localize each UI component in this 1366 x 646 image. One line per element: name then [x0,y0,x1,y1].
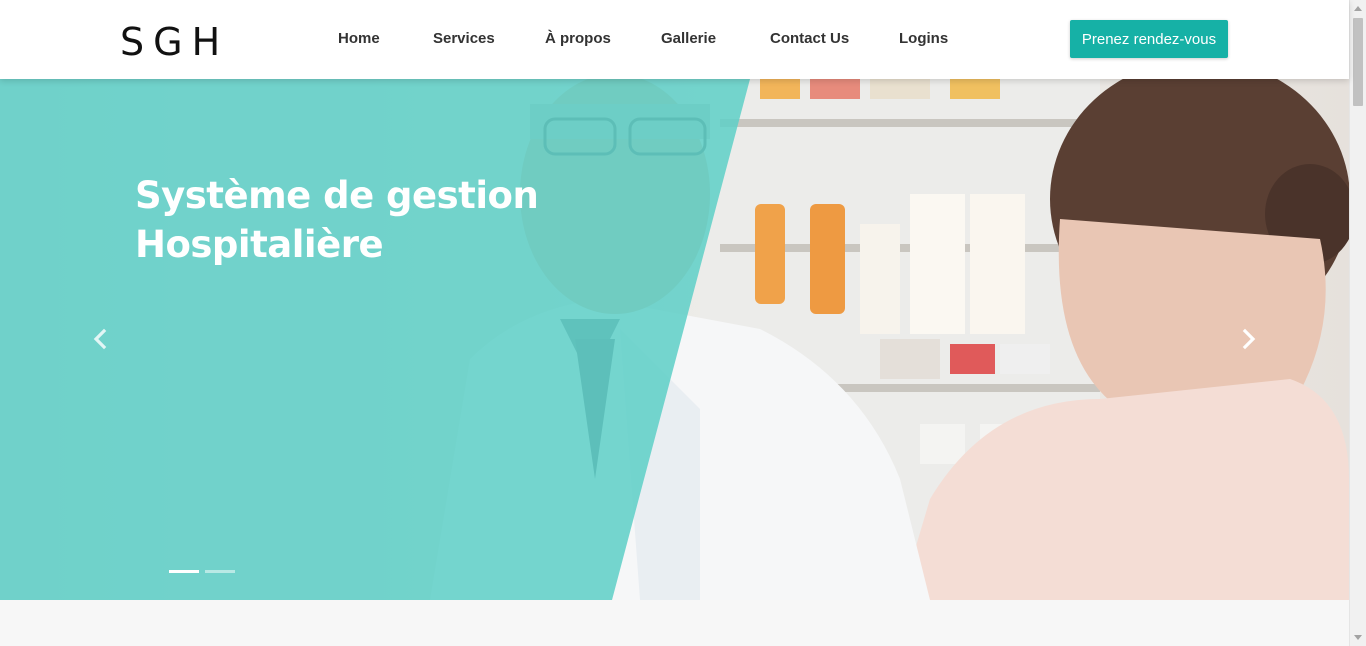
carousel-prev-button[interactable] [89,327,113,351]
carousel-indicators [169,570,235,573]
chevron-right-icon [1242,328,1256,350]
scroll-thumb[interactable] [1353,18,1363,106]
hero-teal-overlay [0,79,750,600]
scroll-down-arrow-icon[interactable] [1354,635,1362,640]
nav-about[interactable]: À propos [545,30,611,47]
logo[interactable]: SGH [120,20,229,64]
carousel-indicator-2[interactable] [205,570,235,573]
nav-services[interactable]: Services [433,30,495,47]
nav-home[interactable]: Home [338,30,380,47]
nav-contact[interactable]: Contact Us [770,30,849,47]
carousel-next-button[interactable] [1236,327,1260,351]
hero-carousel: Système de gestion Hospitalière [0,79,1349,600]
appointment-button[interactable]: Prenez rendez-vous [1070,20,1228,58]
chevron-left-icon [93,328,107,350]
page-scrollbar[interactable] [1349,0,1366,646]
nav-gallery[interactable]: Gallerie [661,30,716,47]
hero-title-line2: Hospitalière [135,223,384,266]
hero-title: Système de gestion Hospitalière [135,171,539,269]
hero-title-line1: Système de gestion [135,174,539,217]
scroll-up-arrow-icon[interactable] [1354,6,1362,11]
site-header: SGH Home Services À propos Gallerie Cont… [0,0,1349,79]
nav-logins[interactable]: Logins [899,30,948,47]
carousel-indicator-1[interactable] [169,570,199,573]
